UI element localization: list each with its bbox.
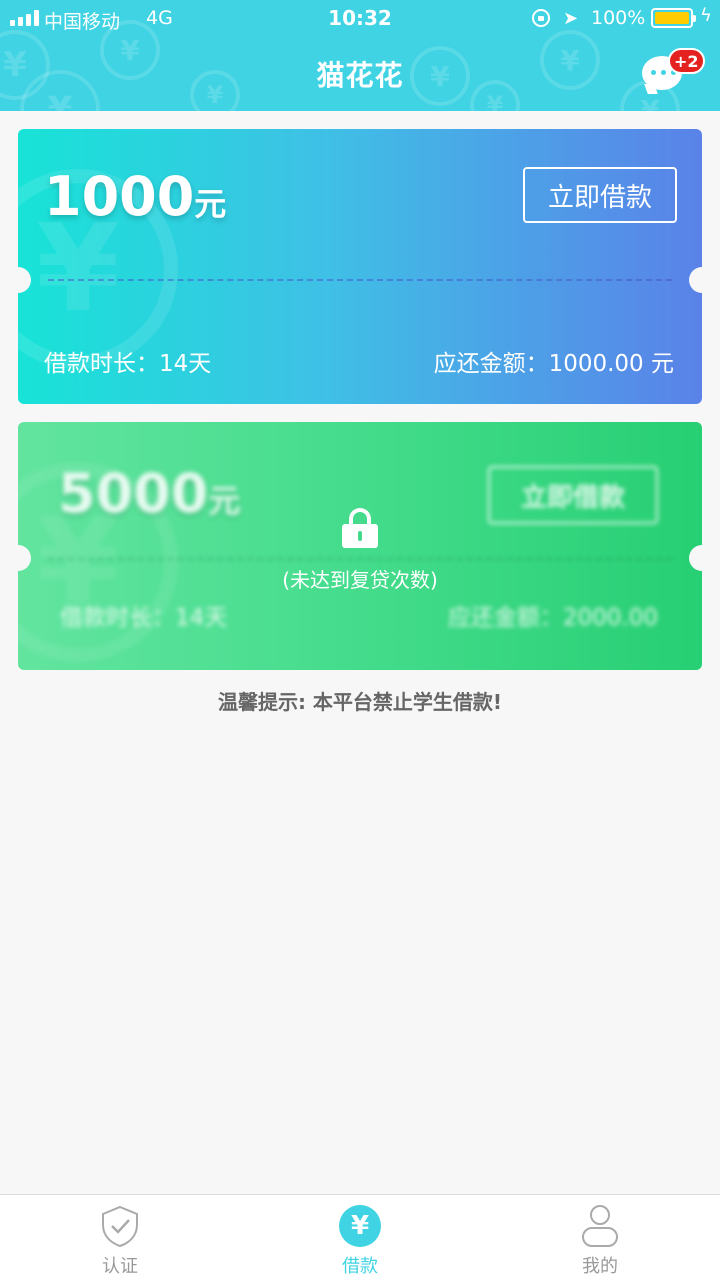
yen-icon: ¥: [339, 1205, 381, 1247]
dashed-divider: [48, 279, 672, 281]
app-header: ¥ ¥ ¥ ¥ ¥ ¥ ¥ ¥ 中国移动 4G 10:32 ➤ 100% ϟ 猫…: [0, 0, 720, 111]
message-button[interactable]: +2: [642, 48, 705, 94]
battery-icon: [651, 8, 696, 28]
repay-amount: 应还金额：1000.00 元: [433, 351, 674, 377]
lock-reason: (未达到复贷次数): [282, 568, 438, 592]
shield-check-icon: [100, 1205, 140, 1247]
tab-loan[interactable]: ¥ 借款: [240, 1195, 480, 1280]
tab-label: 认证: [102, 1256, 138, 1277]
card-notch-left: [5, 267, 31, 293]
bottom-tab-bar: 认证 ¥ 借款 我的: [0, 1194, 720, 1280]
borrow-now-button[interactable]: 立即借款: [523, 167, 677, 223]
lock-overlay: (未达到复贷次数): [18, 508, 702, 593]
card-notch-left: [5, 545, 31, 571]
loan-duration: 借款时长：14天: [44, 351, 212, 377]
tab-certification[interactable]: 认证: [0, 1195, 240, 1280]
loan-duration: 借款时长：14天: [60, 605, 228, 631]
loan-card-1000: ¥ 1000元 立即借款 借款时长：14天 应还金额：1000.00 元: [18, 129, 702, 404]
page-title: 猫花花: [316, 59, 404, 92]
warm-tip: 温馨提示: 本平台禁止学生借款!: [217, 690, 503, 714]
loan-amount: 1000元: [44, 165, 227, 228]
padlock-icon: [342, 508, 378, 548]
status-bar: 中国移动 4G 10:32 ➤ 100% ϟ: [0, 0, 720, 38]
location-arrow-icon: ➤: [563, 8, 579, 29]
rotation-lock-icon: [532, 9, 550, 27]
tab-label: 我的: [582, 1256, 618, 1277]
user-icon: [580, 1205, 620, 1247]
battery-percent: 100%: [591, 7, 646, 29]
card-notch-right: [689, 545, 715, 571]
message-count-badge: +2: [668, 48, 705, 74]
tab-mine[interactable]: 我的: [480, 1195, 720, 1280]
card-notch-right: [689, 267, 715, 293]
loan-card-5000-locked: ¥ 5000元 立即借款 借款时长：14天 应还金额：2000.00 (未达到复…: [18, 422, 702, 670]
charging-bolt-icon: ϟ: [700, 5, 712, 26]
repay-amount: 应还金额：2000.00: [447, 605, 658, 631]
tab-label: 借款: [342, 1256, 378, 1277]
